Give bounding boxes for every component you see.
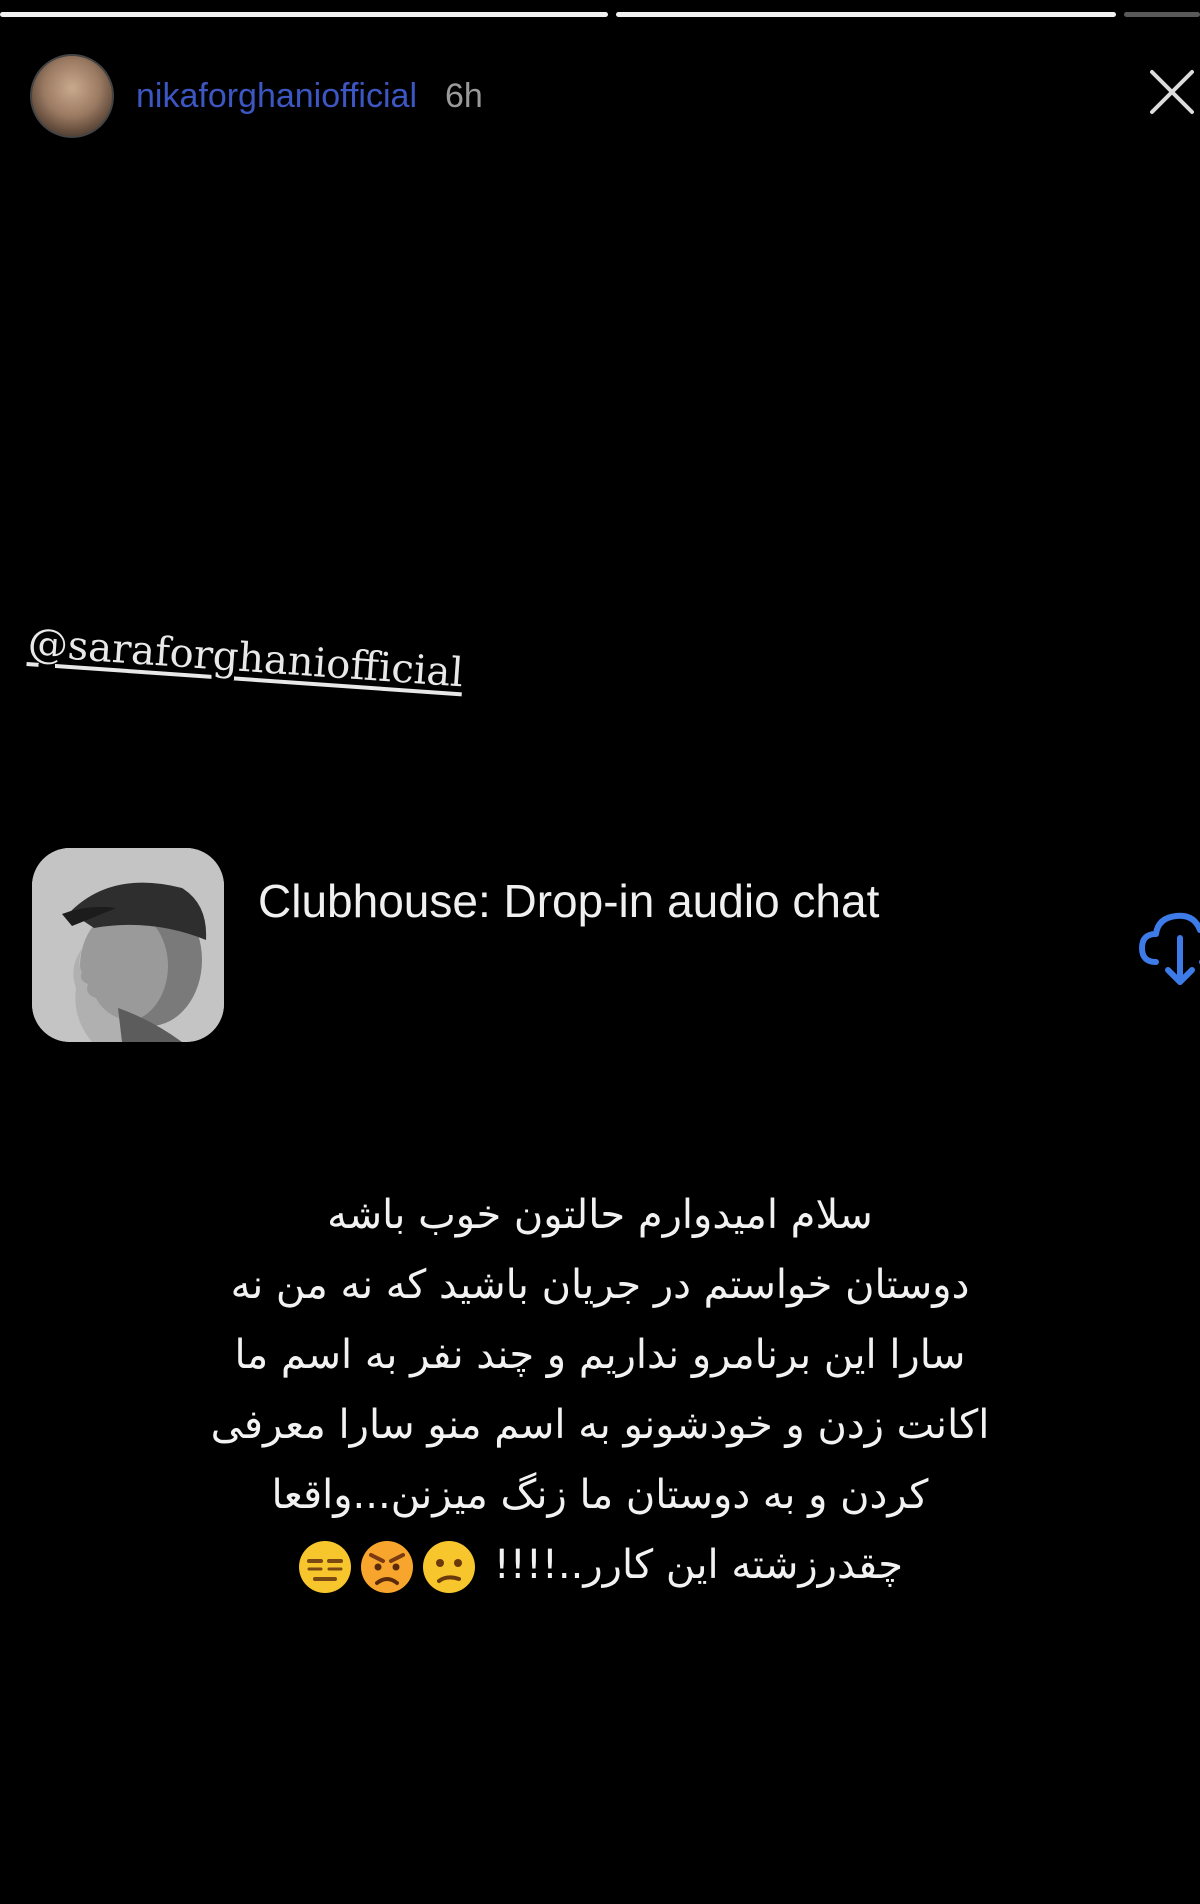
caption-line-5: کردن و به دوستان ما زنگ میزنن...واقعا: [271, 1472, 929, 1518]
story-header: nikaforghaniofficial 6h: [30, 52, 483, 140]
post-time: 6h: [445, 76, 483, 115]
emoji-row: [297, 1539, 477, 1595]
story-progress-bar-2: [616, 12, 1116, 17]
clubhouse-app-icon[interactable]: [32, 848, 224, 1042]
caption-line-2: دوستان خواستم در جریان باشید که نه من نه: [230, 1262, 970, 1308]
expressionless-face-emoji: [299, 1541, 352, 1593]
caption-line-6: چقدرزشته این کارر..!!!!: [493, 1542, 903, 1588]
avatar[interactable]: [30, 54, 114, 138]
app-title[interactable]: Clubhouse: Drop-in audio chat: [258, 874, 879, 928]
caption-line-3: سارا این برنامرو نداریم و چند نفر به اسم…: [234, 1332, 966, 1378]
caption-line-4: اکانت زدن و خودشونو به اسم منو سارا معرف…: [210, 1402, 990, 1448]
confused-face-emoji: [423, 1541, 476, 1593]
story-progress-fill-2: [616, 12, 1116, 17]
app-card[interactable]: Clubhouse: Drop-in audio chat: [32, 848, 1200, 1048]
story-progress-bar-1: [0, 12, 608, 17]
close-icon[interactable]: [1148, 68, 1196, 116]
app-icon-portrait: [32, 848, 224, 1042]
story-caption: سلام امیدوارم حالتون خوب باشه دوستان خوا…: [100, 1180, 1100, 1600]
mention-sticker[interactable]: @saraforghaniofficial: [26, 620, 464, 696]
story-progress-bar-3: [1124, 12, 1200, 17]
username[interactable]: nikaforghaniofficial: [136, 77, 417, 116]
caption-line-1: سلام امیدوارم حالتون خوب باشه: [327, 1192, 873, 1238]
story-progress-fill-1: [0, 12, 608, 17]
angry-face-emoji: [361, 1541, 414, 1593]
caption-line-6-wrap: چقدرزشته این کارر..!!!!: [100, 1530, 1100, 1600]
cloud-download-icon[interactable]: [1134, 900, 1200, 990]
